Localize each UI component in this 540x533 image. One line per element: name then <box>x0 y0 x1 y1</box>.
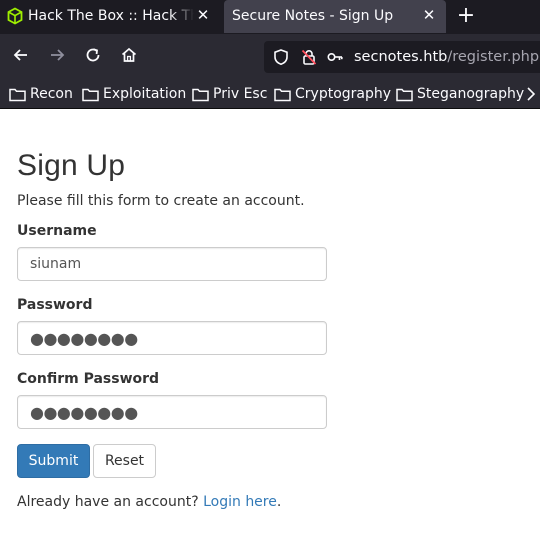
bookmark-label: Recon <box>30 86 73 102</box>
navigation-toolbar: secnotes.htb/register.php <box>0 34 540 78</box>
login-prompt-line: Already have an account? Login here. <box>17 494 281 510</box>
confirm-password-label: Confirm Password <box>17 371 160 387</box>
password-input[interactable]: ●●●●●●●● <box>17 321 327 355</box>
tab-title: Secure Notes - Sign Up <box>232 8 394 24</box>
confirm-password-masked-value: ●●●●●●●● <box>30 402 138 422</box>
chevron-right-icon[interactable] <box>526 87 538 101</box>
folder-icon <box>396 88 413 101</box>
username-label: Username <box>17 223 97 239</box>
hackthebox-cube-icon <box>7 7 23 25</box>
reset-button[interactable]: Reset <box>93 444 156 478</box>
tab-strip: Hack The Box :: Hack The Box ✕ Secure No… <box>0 0 540 34</box>
home-button[interactable] <box>116 42 142 68</box>
tab-secure-notes[interactable]: Secure Notes - Sign Up ✕ <box>224 0 446 33</box>
bookmark-folder-steganography[interactable]: Steganography <box>396 84 524 104</box>
folder-icon <box>9 88 26 101</box>
login-prompt: Already have an account? <box>17 494 199 510</box>
confirm-password-input[interactable]: ●●●●●●●● <box>17 395 327 429</box>
login-link[interactable]: Login here <box>203 494 277 510</box>
password-label: Password <box>17 297 93 313</box>
folder-icon <box>192 88 209 101</box>
browser-chrome: Hack The Box :: Hack The Box ✕ Secure No… <box>0 0 540 109</box>
reload-button[interactable] <box>80 42 106 68</box>
arrow-right-icon <box>51 49 65 61</box>
reload-icon <box>86 48 100 62</box>
page-content: Sign Up Please fill this form to create … <box>0 109 540 533</box>
bookmark-label: Exploitation <box>103 86 187 102</box>
login-suffix: . <box>276 494 282 510</box>
form-intro: Please fill this form to create an accou… <box>17 193 305 209</box>
bookmark-label: Cryptography <box>295 86 392 102</box>
bookmark-folder-priv-esc[interactable]: Priv Esc <box>192 84 267 104</box>
tab-title: Hack The Box :: Hack The Box <box>28 8 194 24</box>
insecure-lock-icon[interactable] <box>300 48 318 66</box>
submit-button[interactable]: Submit <box>17 444 90 478</box>
bookmark-folder-cryptography[interactable]: Cryptography <box>274 84 391 104</box>
url-path: /register.php <box>447 49 540 65</box>
bookmark-label: Priv Esc <box>213 86 268 102</box>
shield-icon[interactable] <box>272 48 290 66</box>
url-text[interactable]: secnotes.htb/register.php <box>354 49 539 65</box>
bookmark-folder-recon[interactable]: Recon <box>9 84 73 104</box>
username-value: siunam <box>30 256 82 272</box>
close-icon[interactable]: ✕ <box>420 6 438 24</box>
tab-hackthebox[interactable]: Hack The Box :: Hack The Box ✕ <box>0 0 220 33</box>
forward-button[interactable] <box>44 42 70 68</box>
bookmark-label: Steganography <box>417 86 525 102</box>
address-bar[interactable]: secnotes.htb/register.php <box>264 41 540 73</box>
arrow-left-icon <box>13 49 27 61</box>
close-icon[interactable]: ✕ <box>194 6 212 24</box>
bookmarks-toolbar: Recon Exploitation Priv Esc Cryptography… <box>0 78 540 109</box>
bookmark-folder-exploitation[interactable]: Exploitation <box>82 84 186 104</box>
folder-icon <box>82 88 99 101</box>
password-masked-value: ●●●●●●●● <box>30 328 138 348</box>
back-button[interactable] <box>8 42 34 68</box>
url-host: secnotes.htb <box>354 49 448 65</box>
home-icon <box>121 47 137 62</box>
folder-icon <box>274 88 291 101</box>
new-tab-button[interactable]: + <box>456 3 476 28</box>
key-icon[interactable] <box>326 48 344 66</box>
username-input[interactable]: siunam <box>17 247 327 281</box>
page-title: Sign Up <box>17 149 126 182</box>
